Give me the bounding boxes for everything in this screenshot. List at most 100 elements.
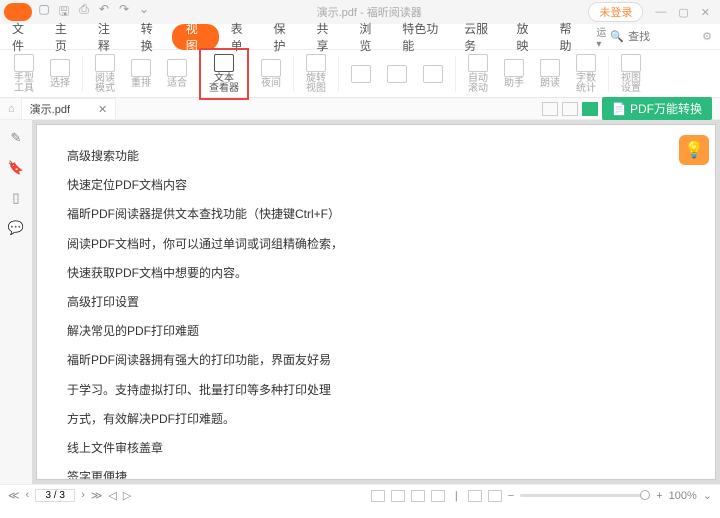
tool-assistant[interactable]: 助手 — [498, 59, 530, 89]
tool-layout2[interactable] — [381, 65, 413, 83]
app-logo — [4, 3, 32, 21]
menu-share[interactable]: 共享 — [304, 24, 347, 50]
login-status[interactable]: 未登录 — [588, 2, 643, 22]
home-icon[interactable]: ⌂ — [8, 103, 15, 115]
night-icon — [261, 59, 281, 77]
tool-read[interactable]: 朗读 — [534, 59, 566, 89]
tool-text-viewer[interactable]: 文本 查看器 — [203, 54, 245, 94]
history-back-icon[interactable]: ◁ — [108, 489, 116, 502]
menu-screen[interactable]: 放映 — [505, 24, 548, 50]
menu-file[interactable]: 文件 — [0, 24, 43, 50]
zoom-slider[interactable] — [520, 494, 650, 497]
minimize-icon[interactable]: — — [655, 6, 666, 19]
menu-form[interactable]: 表单 — [219, 24, 262, 50]
qat-print-icon[interactable]: ⎙ — [78, 2, 90, 23]
search-box[interactable]: 运▾ 🔍 — [590, 24, 694, 50]
next-page-icon[interactable]: › — [81, 489, 85, 502]
menu-cloud[interactable]: 云服务 — [452, 24, 504, 50]
sidebar-pages-icon[interactable]: ▯ — [12, 190, 19, 206]
para: 快速获取PDF文档中想要的内容。 — [67, 264, 685, 283]
text-viewer-icon — [214, 54, 234, 72]
para: 快速定位PDF文档内容 — [67, 176, 685, 195]
layout-cover-icon[interactable] — [431, 490, 445, 502]
layout-single-icon[interactable] — [371, 490, 385, 502]
close-icon[interactable]: ✕ — [701, 6, 710, 19]
separator — [82, 56, 83, 92]
page-viewport[interactable]: 💡 高级搜索功能 快速定位PDF文档内容 福昕PDF阅读器提供文本查找功能（快捷… — [32, 120, 720, 484]
tool-wordcount[interactable]: 字数 统计 — [570, 54, 602, 94]
layout-icon — [423, 65, 443, 83]
para: 于学习。支持虚拟打印、批量打印等多种打印处理 — [67, 381, 685, 400]
menu-help[interactable]: 帮助 — [547, 24, 590, 50]
para: 高级打印设置 — [67, 293, 685, 312]
fit-width-icon[interactable] — [468, 490, 482, 502]
wordcount-icon — [576, 54, 596, 72]
menu-home[interactable]: 主页 — [43, 24, 86, 50]
menu-protect[interactable]: 保护 — [262, 24, 305, 50]
search-dropdown-icon[interactable]: 运▾ — [596, 24, 606, 50]
document-page: 💡 高级搜索功能 快速定位PDF文档内容 福昕PDF阅读器提供文本查找功能（快捷… — [36, 124, 716, 480]
assistant-icon — [504, 59, 524, 77]
tool-night[interactable]: 夜间 — [255, 59, 287, 89]
menu-special[interactable]: 特色功能 — [390, 24, 452, 50]
tool-hand[interactable]: 手型 工具 — [8, 54, 40, 94]
viewset-icon — [621, 54, 641, 72]
tab-label: 演示.pdf — [30, 101, 70, 117]
pdf-convert-button[interactable]: 📄 PDF万能转换 — [602, 97, 712, 120]
menu-convert[interactable]: 转换 — [129, 24, 172, 50]
tool-fit[interactable]: 适合 — [161, 59, 193, 89]
prev-page-icon[interactable]: ‹ — [26, 489, 30, 502]
tool-viewsettings[interactable]: 视图 设置 — [615, 54, 647, 94]
page-indicator[interactable] — [35, 489, 75, 502]
para: 解决常见的PDF打印难题 — [67, 322, 685, 341]
fit-page-icon[interactable] — [488, 490, 502, 502]
document-tab[interactable]: 演示.pdf ✕ — [21, 98, 117, 119]
tab-close-icon[interactable]: ✕ — [98, 103, 107, 116]
tool-reflow[interactable]: 重排 — [125, 59, 157, 89]
tool-readmode[interactable]: 阅读 模式 — [89, 54, 121, 94]
select-icon — [50, 59, 70, 77]
history-fwd-icon[interactable]: ▷ — [123, 489, 131, 502]
separator — [338, 56, 339, 92]
separator — [608, 56, 609, 92]
search-input[interactable] — [628, 31, 688, 43]
tool-layout1[interactable] — [345, 65, 377, 83]
sidebar-bookmark-icon[interactable]: 🔖 — [8, 160, 24, 176]
tool-select[interactable]: 选择 — [44, 59, 76, 89]
zoom-handle[interactable] — [640, 490, 650, 500]
maximize-icon[interactable]: ▢ — [678, 6, 688, 19]
tool-rotate[interactable]: 旋转 视图 — [300, 54, 332, 94]
view-mode-icon[interactable] — [542, 102, 558, 116]
layout-cont-icon[interactable] — [391, 490, 405, 502]
reflow-icon — [131, 59, 151, 77]
sidebar-edit-icon[interactable]: ✎ — [11, 130, 22, 146]
tool-autoscroll[interactable]: 自动 滚动 — [462, 54, 494, 94]
tool-layout3[interactable] — [417, 65, 449, 83]
layout-icon — [351, 65, 371, 83]
layout-facing-icon[interactable] — [411, 490, 425, 502]
view-mode-icon[interactable] — [562, 102, 578, 116]
read-icon — [540, 59, 560, 77]
first-page-icon[interactable]: ≪ — [8, 489, 20, 502]
readmode-icon — [95, 54, 115, 72]
rotate-icon — [306, 54, 326, 72]
view-mode-icon[interactable] — [582, 102, 598, 116]
last-page-icon[interactable]: ≫ — [91, 489, 103, 502]
menu-view[interactable]: 视图 — [172, 24, 219, 50]
qat-redo-icon[interactable]: ↷ — [118, 2, 130, 23]
zoom-in-icon[interactable]: + — [656, 490, 662, 502]
zoom-value[interactable]: 100% — [669, 490, 697, 502]
settings-icon[interactable]: ⚙ — [694, 30, 720, 43]
window-title: 演示.pdf - 福昕阅读器 — [156, 4, 582, 20]
zoom-dropdown-icon[interactable]: ⌄ — [703, 489, 712, 502]
para: 签字更便捷 — [67, 468, 685, 480]
para: 阅读PDF文档时，你可以通过单词或词组精确检索， — [67, 235, 685, 254]
highlighted-tool: 文本 查看器 — [199, 48, 249, 100]
sidebar-comment-icon[interactable]: 💬 — [8, 220, 24, 236]
menu-browse[interactable]: 浏览 — [347, 24, 390, 50]
tip-bulb-icon[interactable]: 💡 — [679, 135, 709, 165]
zoom-out-icon[interactable]: − — [508, 490, 514, 502]
menu-comment[interactable]: 注释 — [86, 24, 129, 50]
qat-open-icon[interactable]: ▢ — [38, 2, 50, 23]
search-icon: 🔍 — [610, 30, 624, 43]
